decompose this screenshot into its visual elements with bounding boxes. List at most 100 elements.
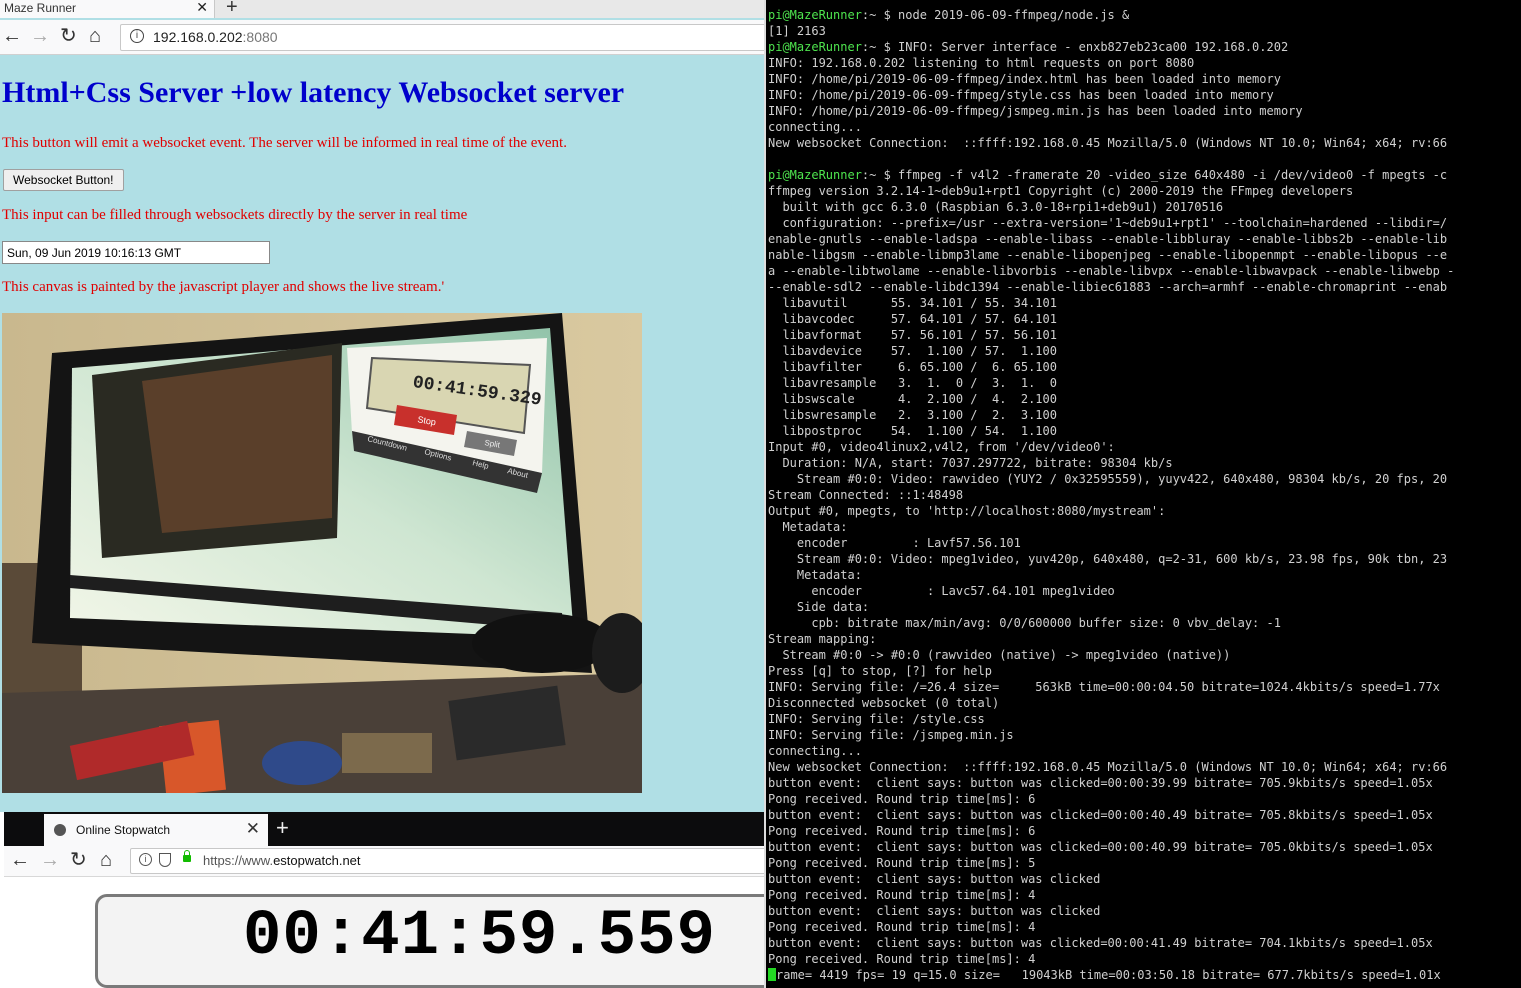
tab-bar: Online Stopwatch ✕ + bbox=[4, 812, 764, 846]
terminal-text: Duration: N/A, start: 7037.297722, bitra… bbox=[768, 456, 1173, 470]
tracking-shield-icon[interactable] bbox=[159, 853, 171, 867]
close-tab-icon[interactable]: ✕ bbox=[246, 819, 260, 839]
terminal-text: libavdevice 57. 1.100 / 57. 1.100 bbox=[768, 344, 1057, 358]
tab-bar: Maze Runner ✕ + bbox=[0, 0, 764, 18]
terminal-text: Stream #0:0: Video: mpeg1video, yuv420p,… bbox=[768, 552, 1448, 566]
terminal-line: Disconnected websocket (0 total) bbox=[768, 695, 999, 711]
nav-bar: ← → ↻ ⌂ i 192.168.0.202:8080 bbox=[0, 20, 764, 55]
terminal-line: Metadata: bbox=[768, 567, 862, 583]
terminal-text: configuration: --prefix=/usr --extra-ver… bbox=[768, 216, 1448, 230]
terminal-text: rame= 4419 fps= 19 q=15.0 size= 19043kB … bbox=[776, 968, 1441, 982]
reload-icon[interactable]: ↻ bbox=[60, 25, 77, 47]
terminal-line: button event: client says: button was cl… bbox=[768, 871, 1100, 887]
url-text: 192.168.0.202:8080 bbox=[153, 29, 278, 45]
home-icon[interactable]: ⌂ bbox=[100, 849, 112, 871]
reload-icon[interactable]: ↻ bbox=[70, 849, 87, 871]
terminal-text: ffmpeg -f v4l2 -framerate 20 -video_size… bbox=[898, 168, 1448, 182]
terminal-line: rame= 4419 fps= 19 q=15.0 size= 19043kB … bbox=[768, 967, 1441, 983]
terminal-line: pi@MazeRunner:~ $ INFO: Server interface… bbox=[768, 39, 1288, 55]
terminal-text: Pong received. Round trip time[ms]: 6 bbox=[768, 792, 1036, 806]
terminal-line: encoder : Lavf57.56.101 bbox=[768, 535, 1021, 551]
terminal-text: INFO: /home/pi/2019-06-09-ffmpeg/index.h… bbox=[768, 72, 1281, 86]
webcam-frame: 00:41:59.329 Stop Split Countdown Option… bbox=[2, 313, 642, 793]
shell-prompt: pi@MazeRunner bbox=[768, 40, 862, 54]
terminal-text: INFO: /home/pi/2019-06-09-ffmpeg/jsmpeg.… bbox=[768, 104, 1303, 118]
terminal-text: Metadata: bbox=[768, 520, 848, 534]
terminal-line: built with gcc 6.3.0 (Raspbian 6.3.0-18+… bbox=[768, 199, 1223, 215]
tab-maze-runner[interactable]: Maze Runner ✕ bbox=[0, 0, 215, 18]
terminal-text: Pong received. Round trip time[ms]: 6 bbox=[768, 824, 1036, 838]
terminal-text: ffmpeg version 3.2.14-1~deb9u1+rpt1 Copy… bbox=[768, 184, 1354, 198]
shell-prompt: pi@MazeRunner bbox=[768, 8, 862, 22]
terminal-line: Pong received. Round trip time[ms]: 4 bbox=[768, 919, 1035, 935]
forward-arrow-icon[interactable]: → bbox=[30, 25, 50, 47]
terminal-text: connecting... bbox=[768, 744, 862, 758]
terminal-line: libswresample 2. 3.100 / 2. 3.100 bbox=[768, 407, 1057, 423]
terminal-line: nable-libgsm --enable-libmp3lame --enabl… bbox=[768, 247, 1447, 263]
websocket-button[interactable]: Websocket Button! bbox=[3, 169, 124, 191]
terminal-text: libpostproc 54. 1.100 / 54. 1.100 bbox=[768, 424, 1057, 438]
terminal-text: libswresample 2. 3.100 / 2. 3.100 bbox=[768, 408, 1057, 422]
terminal-line: cpb: bitrate max/min/avg: 0/0/600000 buf… bbox=[768, 615, 1281, 631]
tab-online-stopwatch[interactable]: Online Stopwatch ✕ bbox=[44, 814, 268, 846]
stopwatch-browser-window: Online Stopwatch ✕ + ← → ↻ ⌂ i https://w… bbox=[4, 812, 764, 988]
terminal-line: Pong received. Round trip time[ms]: 5 bbox=[768, 855, 1035, 871]
terminal-line: Pong received. Round trip time[ms]: 6 bbox=[768, 823, 1035, 839]
terminal-line: Stream mapping: bbox=[768, 631, 876, 647]
terminal-text: node 2019-06-09-ffmpeg/node.js & bbox=[898, 8, 1130, 22]
terminal-line: INFO: /home/pi/2019-06-09-ffmpeg/jsmpeg.… bbox=[768, 103, 1303, 119]
close-tab-icon[interactable]: ✕ bbox=[196, 0, 208, 16]
terminal-line: connecting... bbox=[768, 119, 862, 135]
terminal-line: ffmpeg version 3.2.14-1~deb9u1+rpt1 Copy… bbox=[768, 183, 1353, 199]
terminal-line: Pong received. Round trip time[ms]: 6 bbox=[768, 791, 1035, 807]
info-icon[interactable]: i bbox=[130, 29, 144, 43]
terminal-line: Pong received. Round trip time[ms]: 4 bbox=[768, 887, 1035, 903]
terminal-line: [1] 2163 bbox=[768, 23, 826, 39]
back-arrow-icon[interactable]: ← bbox=[10, 849, 30, 871]
button-description: This button will emit a websocket event.… bbox=[2, 135, 567, 151]
new-tab-icon[interactable]: + bbox=[276, 815, 289, 841]
terminal-text: Pong received. Round trip time[ms]: 4 bbox=[768, 888, 1036, 902]
input-description: This input can be filled through websock… bbox=[2, 207, 468, 223]
websocket-input[interactable] bbox=[2, 241, 270, 264]
terminal-text: [1] 2163 bbox=[768, 24, 826, 38]
terminal-text: Pong received. Round trip time[ms]: 4 bbox=[768, 920, 1036, 934]
terminal-cursor bbox=[768, 968, 776, 981]
prompt-suffix: :~ $ bbox=[861, 40, 899, 54]
tab-title: Maze Runner bbox=[4, 1, 77, 15]
terminal-text: encoder : Lavf57.56.101 bbox=[768, 536, 1021, 550]
terminal-text: enable-gnutls --enable-ladspa --enable-l… bbox=[768, 232, 1448, 246]
tab-title: Online Stopwatch bbox=[76, 823, 171, 837]
terminal-window[interactable]: pi@MazeRunner:~ $ node 2019-06-09-ffmpeg… bbox=[764, 0, 1521, 988]
terminal-line: enable-gnutls --enable-ladspa --enable-l… bbox=[768, 231, 1447, 247]
forward-arrow-icon[interactable]: → bbox=[40, 849, 60, 871]
terminal-text: Disconnected websocket (0 total) bbox=[768, 696, 1000, 710]
terminal-line: a --enable-libtwolame --enable-libvorbis… bbox=[768, 263, 1454, 279]
url-text: https://www.estopwatch.net bbox=[203, 853, 361, 868]
terminal-text: Input #0, video4linux2,v4l2, from '/dev/… bbox=[768, 440, 1115, 454]
url-bar[interactable]: i https://www.estopwatch.net bbox=[130, 848, 764, 874]
url-bar[interactable]: i 192.168.0.202:8080 bbox=[120, 24, 764, 51]
back-arrow-icon[interactable]: ← bbox=[2, 25, 22, 47]
terminal-text: New websocket Connection: ::ffff:192.168… bbox=[768, 136, 1448, 150]
terminal-text: libavfilter 6. 65.100 / 6. 65.100 bbox=[768, 360, 1057, 374]
terminal-text: libswscale 4. 2.100 / 4. 2.100 bbox=[768, 392, 1057, 406]
home-icon[interactable]: ⌂ bbox=[89, 25, 101, 47]
terminal-text: button event: client says: button was cl… bbox=[768, 840, 1433, 854]
terminal-line: connecting... bbox=[768, 743, 862, 759]
terminal-line: button event: client says: button was cl… bbox=[768, 935, 1433, 951]
nav-bar: ← → ↻ ⌂ i https://www.estopwatch.net bbox=[4, 846, 764, 877]
terminal-line: --enable-sdl2 --enable-libdc1394 --enabl… bbox=[768, 279, 1447, 295]
terminal-text: encoder : Lavc57.64.101 mpeg1video bbox=[768, 584, 1115, 598]
info-icon[interactable]: i bbox=[139, 853, 152, 866]
terminal-line: button event: client says: button was cl… bbox=[768, 775, 1433, 791]
terminal-line: button event: client says: button was cl… bbox=[768, 903, 1100, 919]
terminal-line: INFO: /home/pi/2019-06-09-ffmpeg/style.c… bbox=[768, 87, 1274, 103]
url-port: :8080 bbox=[242, 29, 278, 45]
terminal-text: built with gcc 6.3.0 (Raspbian 6.3.0-18+… bbox=[768, 200, 1224, 214]
prompt-suffix: :~ $ bbox=[861, 8, 899, 22]
terminal-line: libavfilter 6. 65.100 / 6. 65.100 bbox=[768, 359, 1057, 375]
terminal-line: Stream #0:0: Video: mpeg1video, yuv420p,… bbox=[768, 551, 1447, 567]
new-tab-icon[interactable]: + bbox=[226, 0, 238, 19]
url-host: estopwatch.net bbox=[273, 853, 361, 868]
